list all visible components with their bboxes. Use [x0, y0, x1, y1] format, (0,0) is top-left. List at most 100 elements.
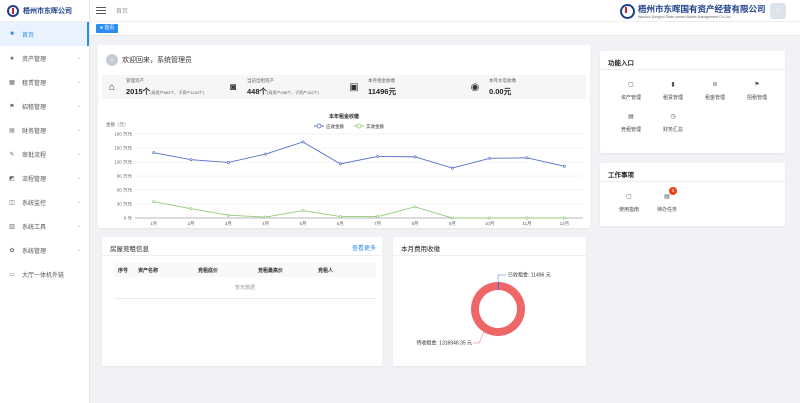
- sidebar-item-label: 资产管理: [22, 56, 47, 63]
- rent-col-3: 竞租最高价: [258, 267, 284, 274]
- leader-line-1: [473, 331, 485, 344]
- star-icon: ★: [9, 55, 15, 62]
- data-point[interactable]: [226, 213, 230, 217]
- function-item-0[interactable]: ▢ 资产管理: [610, 81, 652, 113]
- function-item-3[interactable]: ⚑ 招租管理: [736, 81, 778, 113]
- sidebar-item-8[interactable]: ▥ 系统工具 ⌄: [0, 214, 89, 238]
- function-item-5[interactable]: ◷ 财务汇总: [652, 113, 694, 145]
- view-more-link[interactable]: 查看更多: [352, 243, 376, 252]
- y-tick-label: 90 万元: [117, 174, 133, 180]
- data-point[interactable]: [301, 209, 305, 212]
- data-point[interactable]: [338, 162, 342, 166]
- y-tick-label: 60 万元: [117, 188, 133, 194]
- legend-label: 实收金额: [366, 123, 384, 130]
- home-icon: ■: [10, 31, 14, 37]
- data-point[interactable]: [450, 166, 454, 170]
- tab-home[interactable]: ● 首页: [96, 24, 119, 33]
- sidebar-item-label: 审批流程: [22, 152, 47, 159]
- function-item-label: 竞租管理: [620, 127, 641, 133]
- flag-icon: ⚑: [9, 103, 15, 110]
- sidebar-item-1[interactable]: ★ 资产管理 ⌄: [0, 46, 89, 70]
- legend-1[interactable]: 实收金额: [354, 123, 384, 130]
- menu-toggle-icon[interactable]: [96, 7, 106, 14]
- task-icon: ▤: [664, 194, 670, 200]
- stat-number: 2015个: [126, 86, 151, 96]
- sidebar-item-label: 招租管理: [22, 104, 47, 111]
- rent-table: 序号 资产名称 竞租底价 竞租最高价 竞租人 暂无数据: [114, 263, 376, 299]
- clock-icon: ◷: [670, 114, 676, 120]
- slice-label-0: 已收租金: 11496 元: [508, 272, 551, 279]
- chevron-down-icon: ⌄: [76, 127, 81, 133]
- function-entry-title: 功能入口: [608, 60, 634, 67]
- data-point[interactable]: [301, 140, 305, 144]
- data-point[interactable]: [376, 154, 380, 158]
- chevron-down-icon: ⌄: [76, 223, 81, 229]
- sidebar-item-label: 财务管理: [22, 128, 47, 135]
- function-item-1[interactable]: ▮ 租赁管理: [652, 81, 694, 113]
- function-entry-card: 功能入口 ▢ 资产管理 ▮ 租赁管理 ⊜ 租金管理 ⚑ 招租管理 ▤ 竞租管理 ◷ 财务汇总: [600, 51, 785, 153]
- data-point[interactable]: [562, 164, 566, 168]
- work-item-1[interactable]: ▤ 待办任务 0: [648, 187, 686, 213]
- sidebar-item-10[interactable]: ▭ 大厅一体机外链: [0, 262, 89, 286]
- data-point[interactable]: [413, 205, 417, 209]
- company-name-en: Wuzhou Donghui State-owned Assets Manage…: [638, 15, 731, 19]
- function-item-4[interactable]: ▤ 竞租管理: [610, 113, 652, 145]
- work-item-0[interactable]: ▢ 使用指南: [610, 193, 648, 213]
- stat-number: 0.00元: [489, 86, 512, 96]
- sidebar-logo[interactable]: 梧州市东晖公司: [0, 0, 89, 22]
- company-name: 梧州市东晖国有资产经营有限公司: [638, 4, 766, 14]
- stat-value: 448个(母资产296个、子资产152个): [247, 86, 319, 97]
- data-point[interactable]: [488, 216, 492, 220]
- rent-line-chart: 本年租金收缴金额（元） 应收金额 实收金额 0 元 30 万元 60 万元 90 万元 120…: [106, 113, 583, 227]
- stat-3: ◉ 本月水电收缴 0.00元: [465, 75, 586, 99]
- data-point[interactable]: [152, 200, 156, 204]
- printer-icon: ▤: [9, 127, 15, 134]
- data-point[interactable]: [264, 215, 268, 219]
- x-tick-label: 1月: [150, 221, 157, 227]
- sidebar-item-5[interactable]: ✎ 审批流程 ⌄: [0, 142, 89, 166]
- wallet-icon: ▣: [349, 81, 359, 93]
- data-point[interactable]: [525, 216, 529, 220]
- sidebar-item-9[interactable]: ✿ 系统管理 ⌄: [0, 238, 89, 262]
- sidebar-item-3[interactable]: ⚑ 招租管理 ⌄: [0, 94, 89, 118]
- sidebar-menu: ■ 首页 ★ 资产管理 ⌄ ▦ 租赁管理 ⌄ ⚑ 招租管理 ⌄ ▤ 财务管理 ⌄ ✎ 审批流程 ⌄ ◩ 流程管理 ⌄ ◫…: [0, 22, 89, 286]
- data-point[interactable]: [525, 156, 529, 160]
- breadcrumb[interactable]: 首页: [116, 6, 128, 15]
- rent-col-0: 序号: [118, 267, 129, 274]
- sidebar-item-2[interactable]: ▦ 租赁管理 ⌄: [0, 70, 89, 94]
- rent-col-4: 竞租人: [318, 267, 334, 274]
- user-avatar[interactable]: ☺: [770, 3, 786, 19]
- data-point[interactable]: [152, 151, 156, 155]
- sidebar-item-label: 首页: [22, 32, 35, 39]
- rent-info-card: 房屋竞租信息 查看更多 序号 资产名称 竞租底价 竞租最高价 竞租人 暂无数据: [102, 237, 382, 366]
- legend-0[interactable]: 应收金额: [314, 123, 344, 130]
- data-point[interactable]: [562, 216, 566, 220]
- x-tick-label: 10月: [485, 221, 495, 227]
- x-tick-label: 3月: [225, 221, 232, 227]
- function-item-2[interactable]: ⊜ 租金管理: [694, 81, 736, 113]
- data-point[interactable]: [264, 152, 268, 156]
- chevron-down-icon: ⌄: [76, 79, 81, 85]
- data-point[interactable]: [338, 215, 342, 219]
- data-point[interactable]: [226, 161, 230, 164]
- sidebar-item-4[interactable]: ▤ 财务管理 ⌄: [0, 118, 89, 142]
- overview-card: ☺ 欢迎回来，系统管理员 ⌂ 管理资产 2015个(母资产883个、子资产1130个…: [98, 45, 590, 228]
- data-point[interactable]: [189, 207, 193, 211]
- sidebar-item-6[interactable]: ◩ 流程管理 ⌄: [0, 166, 89, 190]
- sidebar-item-7[interactable]: ◫ 系统监控 ⌄: [0, 190, 89, 214]
- sidebar-item-0[interactable]: ■ 首页: [0, 22, 89, 46]
- data-point[interactable]: [450, 216, 454, 220]
- data-point[interactable]: [189, 158, 193, 162]
- sidebar-item-label: 系统监控: [22, 200, 47, 207]
- x-tick-label: 4月: [262, 221, 269, 227]
- company-logo-icon: [620, 3, 635, 19]
- pie-slice-1[interactable]: [471, 282, 525, 336]
- data-point[interactable]: [413, 155, 417, 159]
- sidebar-item-label: 流程管理: [22, 176, 47, 183]
- data-point[interactable]: [376, 215, 380, 219]
- work-item-label: 使用指南: [618, 207, 639, 213]
- y-tick-label: 30 万元: [117, 202, 133, 208]
- chevron-down-icon: ⌄: [76, 151, 81, 157]
- data-point[interactable]: [488, 156, 492, 160]
- chevron-down-icon: ⌄: [76, 103, 81, 109]
